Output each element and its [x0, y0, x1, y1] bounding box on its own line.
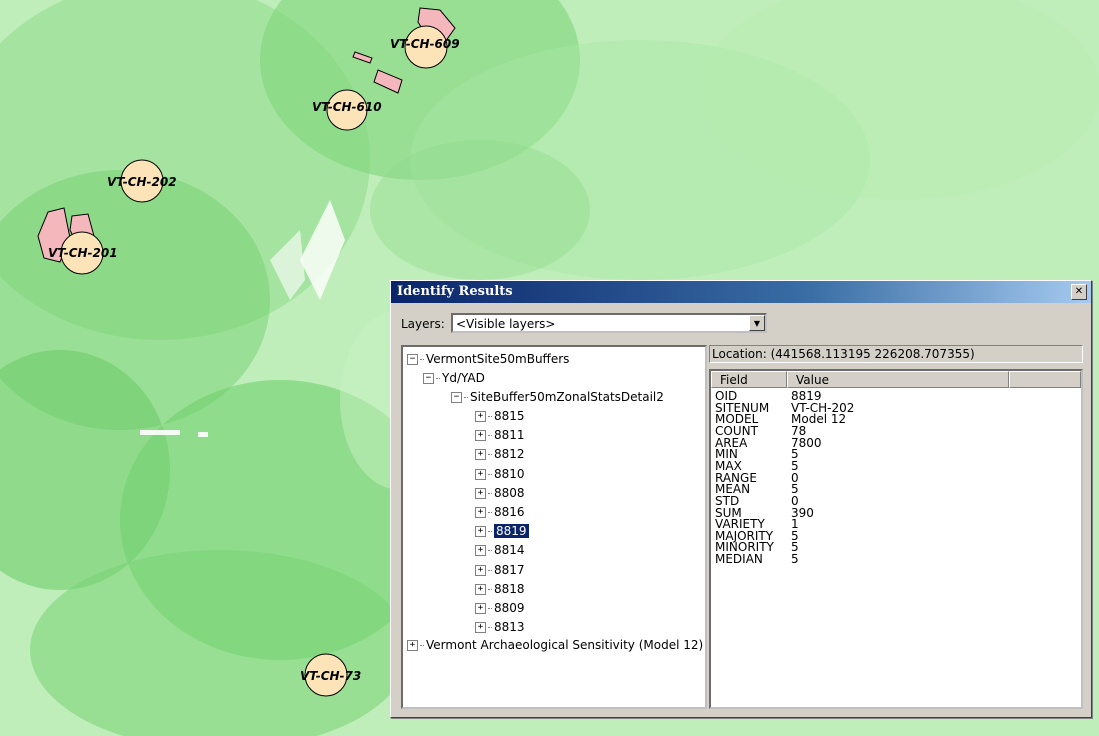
- expand-icon[interactable]: +: [475, 526, 486, 538]
- collapse-icon[interactable]: −: [407, 354, 418, 365]
- tree-node-record[interactable]: +8812: [475, 446, 525, 462]
- collapse-icon[interactable]: −: [451, 392, 462, 403]
- layers-dropdown[interactable]: <Visible layers> ▼: [451, 313, 767, 333]
- expand-icon[interactable]: +: [475, 487, 486, 499]
- column-header-blank[interactable]: [1009, 371, 1081, 388]
- tree-node-table[interactable]: − SiteBuffer50mZonalStatsDetail2: [451, 389, 664, 405]
- tree-node-record[interactable]: +8809: [475, 600, 525, 616]
- tree-node-label: SiteBuffer50mZonalStatsDetail2: [470, 390, 664, 404]
- site-label: VT-CH-73: [300, 669, 361, 683]
- tree-node-record[interactable]: +8814: [475, 542, 525, 558]
- tree-node-label: 8816: [494, 505, 525, 519]
- site-label: VT-CH-202: [107, 175, 177, 189]
- collapse-icon[interactable]: −: [423, 373, 434, 384]
- tree-node-label: VermontSite50mBuffers: [426, 352, 570, 366]
- tree-node-layer[interactable]: + Vermont Archaeological Sensitivity (Mod…: [407, 637, 703, 653]
- tree-node-record[interactable]: +8816: [475, 504, 525, 520]
- results-tree[interactable]: − VermontSite50mBuffers − Yd/YAD − SiteBuff…: [401, 345, 707, 709]
- tree-node-label: 8815: [494, 409, 525, 423]
- tree-node-label: Vermont Archaeological Sensitivity (Mode…: [426, 638, 704, 652]
- tree-node-label: 8812: [494, 447, 525, 462]
- tree-node-label: 8819: [494, 524, 529, 539]
- expand-icon[interactable]: +: [475, 411, 486, 422]
- attribute-table[interactable]: Field Value OID 8819 SITENUM VT-CH-202 MODEL…: [709, 369, 1083, 709]
- expand-icon[interactable]: +: [407, 640, 418, 651]
- tree-node-label: 8808: [494, 485, 525, 500]
- tree-node-record[interactable]: +8813: [475, 619, 525, 635]
- column-header-value[interactable]: Value: [787, 371, 1009, 388]
- expand-icon[interactable]: +: [475, 622, 486, 634]
- tree-node-label: 8814: [494, 543, 525, 558]
- tree-node-layer[interactable]: − VermontSite50mBuffers: [407, 351, 569, 367]
- tree-node-label: 8817: [494, 562, 525, 577]
- tree-node-record[interactable]: +8818: [475, 581, 525, 597]
- identify-results-dialog: Identify Results ✕ Layers: <Visible laye…: [390, 280, 1092, 718]
- tree-node-label: 8809: [494, 601, 525, 615]
- site-label: VT-CH-201: [48, 246, 118, 260]
- field-value-cell: 5: [791, 552, 799, 567]
- location-readout: Location: (441568.113195 226208.707355): [709, 345, 1083, 363]
- tree-node-record[interactable]: +8810: [475, 466, 525, 482]
- dialog-titlebar[interactable]: Identify Results ✕: [391, 281, 1091, 303]
- expand-icon[interactable]: +: [475, 449, 486, 461]
- expand-icon[interactable]: +: [475, 507, 486, 518]
- tree-node-label: 8818: [494, 581, 525, 596]
- expand-icon[interactable]: +: [475, 545, 486, 557]
- expand-icon[interactable]: +: [475, 603, 486, 614]
- layers-dropdown-value: <Visible layers>: [456, 317, 556, 331]
- dialog-title: Identify Results: [397, 284, 513, 299]
- tree-node-label: 8811: [494, 428, 525, 443]
- layers-label: Layers:: [401, 317, 445, 331]
- close-icon[interactable]: ✕: [1071, 284, 1087, 300]
- tree-node-record[interactable]: +8819: [475, 523, 529, 539]
- site-label: VT-CH-609: [390, 37, 460, 51]
- tree-node-record[interactable]: +8811: [475, 427, 525, 443]
- chevron-down-icon[interactable]: ▼: [749, 315, 765, 331]
- tree-node-label: Yd/YAD: [442, 371, 485, 385]
- site-label: VT-CH-610: [312, 100, 382, 114]
- tree-node-group[interactable]: − Yd/YAD: [423, 370, 485, 386]
- expand-icon[interactable]: +: [475, 583, 486, 595]
- expand-icon[interactable]: +: [475, 564, 486, 576]
- tree-node-label: 8810: [494, 466, 525, 481]
- field-name-cell: MEDIAN: [715, 552, 763, 567]
- expand-icon[interactable]: +: [475, 468, 486, 480]
- tree-node-record[interactable]: +8815: [475, 408, 525, 424]
- column-header-field[interactable]: Field: [711, 371, 787, 388]
- tree-node-record[interactable]: +8817: [475, 562, 525, 578]
- expand-icon[interactable]: +: [475, 430, 486, 442]
- tree-node-record[interactable]: +8808: [475, 485, 525, 501]
- tree-node-label: 8813: [494, 620, 525, 635]
